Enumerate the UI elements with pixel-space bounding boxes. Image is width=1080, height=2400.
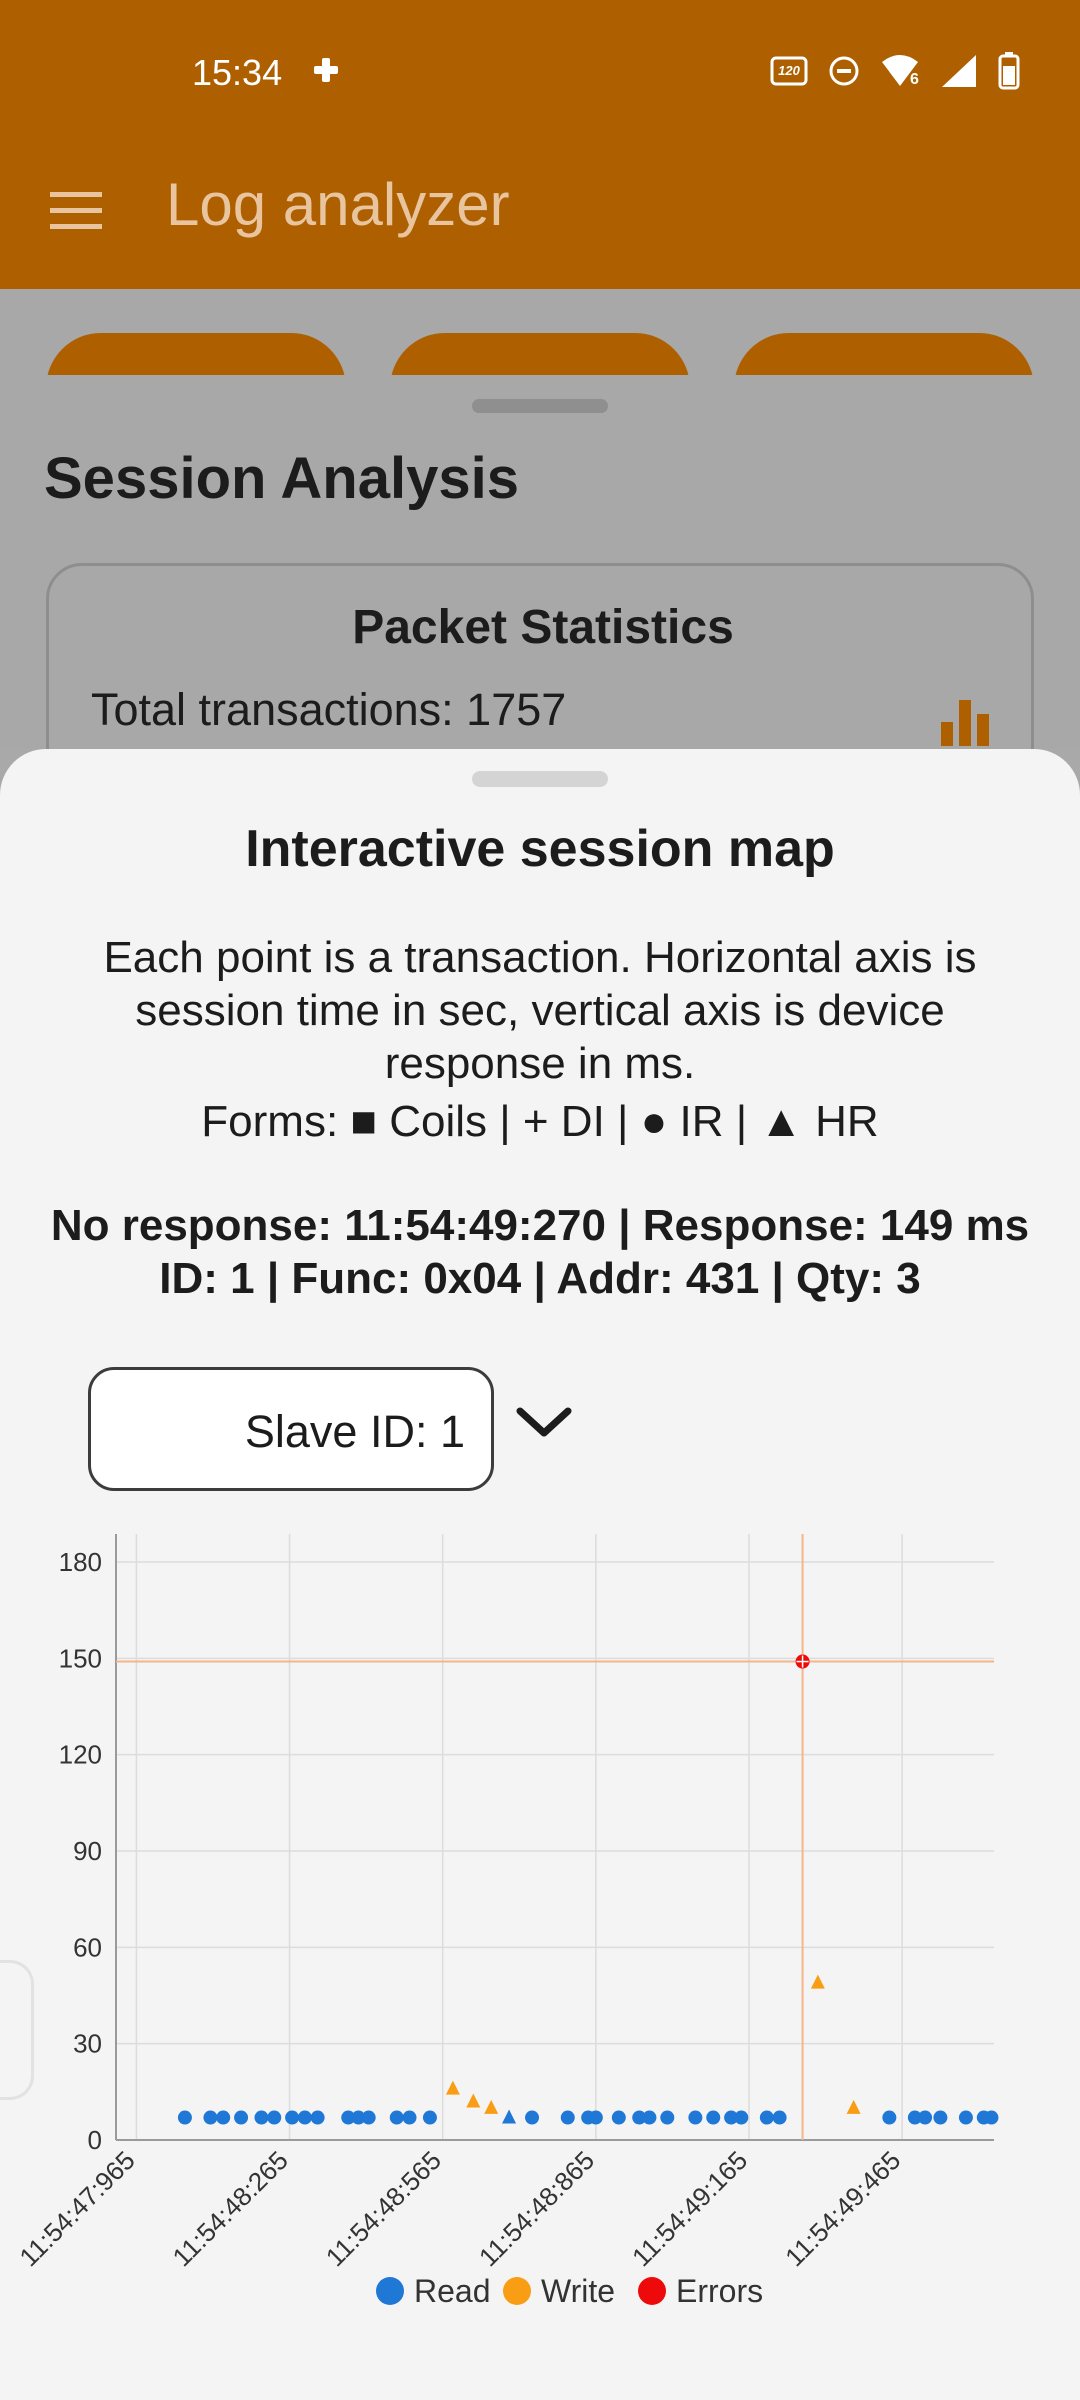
sheet-drag-handle[interactable] [472, 771, 608, 787]
read-point [918, 2110, 933, 2125]
legend-marker-write [503, 2277, 531, 2305]
read-point [642, 2110, 657, 2125]
y-tick-label: 120 [59, 1740, 102, 1770]
read-point [254, 2110, 269, 2125]
y-tick-label: 90 [73, 1836, 102, 1866]
read-point [502, 2109, 517, 2124]
y-tick-label: 180 [59, 1547, 102, 1577]
x-tick-label: 11:54:48:865 [473, 2145, 600, 2272]
read-point [267, 2110, 282, 2125]
x-tick-label: 11:54:49:465 [779, 2145, 906, 2272]
read-point [203, 2110, 218, 2125]
refresh-rate-label: 120 [778, 63, 800, 78]
read-point [402, 2110, 417, 2125]
read-point [297, 2110, 312, 2125]
session-scatter-chart[interactable]: 0 30 60 90 120 150 180 11:54:47:965 11:54:48:265… [0, 1534, 1080, 2400]
bar-chart-icon[interactable] [939, 696, 991, 748]
read-point [310, 2110, 325, 2125]
chevron-down-icon[interactable] [514, 1401, 574, 1445]
read-point [933, 2110, 948, 2125]
battery-icon [998, 52, 1020, 90]
selected-transaction-details: ID: 1 | Func: 0x04 | Addr: 431 | Qty: 3 [159, 1254, 921, 1303]
do-not-disturb-icon [829, 56, 859, 86]
status-time: 15:34 [192, 52, 283, 93]
plus-icon [314, 58, 338, 82]
legend-marker-errors [638, 2277, 666, 2305]
x-tick-label: 11:54:48:565 [320, 2145, 447, 2272]
slave-id-value: Slave ID: 1 [244, 1406, 465, 1457]
background-content: Import Import Import Session Analysis Pa… [0, 289, 1080, 783]
read-point [361, 2110, 376, 2125]
legend-label-write: Write [541, 2273, 615, 2309]
wifi-6-icon: 6 [882, 55, 919, 88]
read-point [734, 2110, 749, 2125]
refresh-rate-120hz-icon: 120 [770, 56, 808, 86]
status-bar: 15:34 120 6 [0, 0, 1080, 145]
legend-marker-read [376, 2277, 404, 2305]
write-point [445, 2080, 460, 2095]
read-point [216, 2110, 231, 2125]
read-point [958, 2110, 973, 2125]
wifi-label: 6 [910, 71, 919, 88]
app-bar [0, 145, 1080, 289]
app-title: Log analyzer [166, 171, 510, 238]
read-point [389, 2110, 404, 2125]
legend-label-errors: Errors [676, 2273, 763, 2309]
read-point [234, 2110, 249, 2125]
y-tick-label: 0 [88, 2125, 102, 2155]
sheet-description: Each point is a transaction. Horizontal … [103, 933, 977, 1088]
y-tick-label: 150 [59, 1643, 102, 1673]
read-point [525, 2110, 540, 2125]
sheet-title: Interactive session map [245, 820, 835, 878]
x-tick-label: 11:54:49:165 [626, 2145, 753, 2272]
read-point [882, 2110, 897, 2125]
write-point [484, 2099, 499, 2114]
read-point [984, 2110, 999, 2125]
selected-transaction-timing: No response: 11:54:49:270 | Response: 14… [50, 1201, 1030, 1250]
y-tick-label: 30 [73, 2029, 102, 2059]
edge-handle[interactable] [0, 1960, 34, 2100]
drag-handle[interactable] [472, 399, 608, 413]
hamburger-menu-icon[interactable] [48, 183, 104, 239]
read-point [772, 2110, 787, 2125]
write-point [810, 1974, 825, 1989]
slave-id-select[interactable]: Slave ID: 1 [88, 1367, 494, 1491]
legend-label-read: Read [414, 2273, 491, 2309]
write-point [466, 2093, 481, 2108]
card-title: Packet Statistics [352, 601, 734, 654]
x-tick-label: 11:54:48:265 [167, 2145, 294, 2272]
read-point [560, 2110, 575, 2125]
read-point [422, 2110, 437, 2125]
session-map-sheet: Interactive session map Each point is a … [0, 749, 1080, 2400]
forms-legend: Forms: ■ Coils | + DI | ● IR | ▲ HR [201, 1097, 879, 1146]
read-point [177, 2110, 192, 2125]
y-tick-label: 60 [73, 1932, 102, 1962]
read-point [588, 2110, 603, 2125]
read-point [706, 2110, 721, 2125]
read-point [759, 2110, 774, 2125]
total-transactions: Total transactions: 1757 [91, 684, 567, 735]
x-tick-label: 11:54:47:965 [13, 2145, 140, 2272]
write-point [846, 2099, 861, 2114]
read-point [285, 2110, 300, 2125]
read-point [611, 2110, 626, 2125]
read-point [660, 2110, 675, 2125]
signal-icon [942, 55, 976, 87]
section-title: Session Analysis [44, 446, 519, 511]
read-point [688, 2110, 703, 2125]
